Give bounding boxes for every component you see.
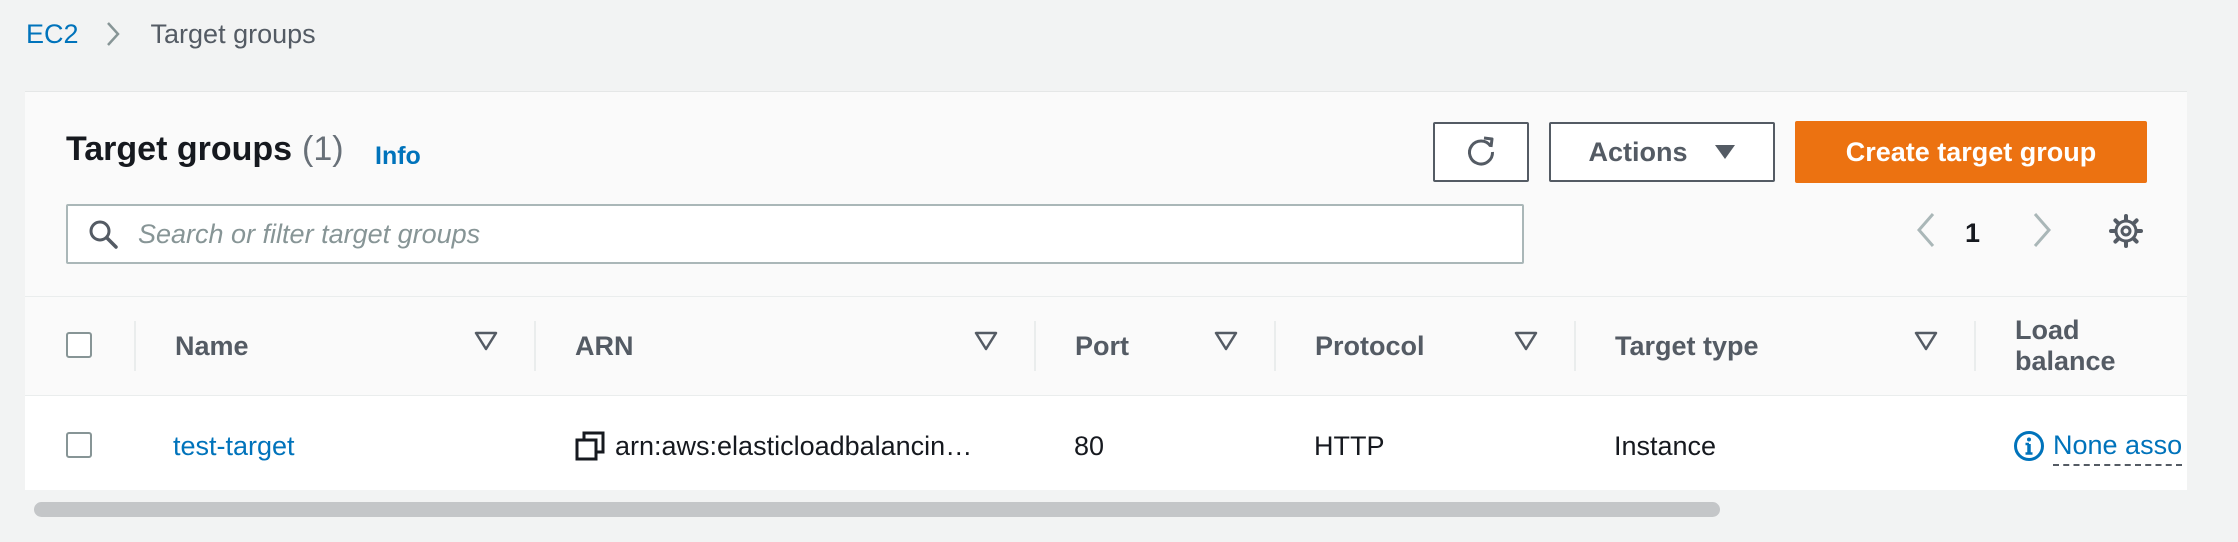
scrollbar-thumb[interactable]	[34, 502, 1720, 517]
breadcrumb-ec2-link[interactable]: EC2	[26, 19, 79, 50]
column-header-arn[interactable]: ARN	[575, 297, 634, 395]
column-divider	[1274, 321, 1276, 371]
arn-value: arn:aws:elasticloadbalancin…	[615, 430, 973, 461]
column-divider	[1574, 321, 1576, 371]
search-icon	[88, 219, 118, 249]
row-checkbox[interactable]	[66, 432, 92, 458]
sort-icon[interactable]	[1214, 331, 1238, 351]
breadcrumb: EC2 Target groups	[26, 18, 316, 50]
sort-icon[interactable]	[1914, 331, 1938, 351]
search-input[interactable]	[136, 217, 1460, 251]
info-icon	[2013, 430, 2045, 462]
gear-icon[interactable]	[2109, 214, 2143, 248]
breadcrumb-current: Target groups	[150, 18, 316, 49]
actions-button[interactable]: Actions	[1549, 122, 1775, 182]
title-count: (1)	[302, 130, 344, 168]
target-groups-panel: Target groups (1) Info Actions Create tar…	[25, 91, 2187, 490]
chevron-right-icon	[97, 18, 129, 50]
copy-icon[interactable]	[575, 431, 605, 461]
column-header-load-balancer[interactable]: Load balance	[2015, 297, 2187, 395]
table-header: Name ARN Port Protocol Target type Load …	[25, 297, 2187, 396]
page-number[interactable]: 1	[1965, 218, 1980, 249]
panel-header: Target groups (1) Info Actions Create tar…	[25, 92, 2187, 297]
sort-icon[interactable]	[974, 331, 998, 351]
column-divider	[534, 321, 536, 371]
page-title: Target groups (1)	[66, 130, 344, 169]
create-target-group-button[interactable]: Create target group	[1795, 121, 2147, 183]
actions-label: Actions	[1588, 136, 1688, 167]
protocol-value: HTTP	[1314, 430, 1385, 461]
column-divider	[1034, 321, 1036, 371]
column-header-port[interactable]: Port	[1075, 297, 1129, 395]
select-all-checkbox[interactable]	[66, 332, 92, 358]
sort-icon[interactable]	[474, 331, 498, 351]
table-row[interactable]: test-target arn:aws:elasticloadbalancin……	[25, 396, 2187, 490]
column-header-target-type[interactable]: Target type	[1615, 297, 1759, 395]
chevron-left-icon[interactable]	[1913, 210, 1939, 250]
port-value: 80	[1074, 430, 1105, 461]
column-divider	[134, 321, 136, 371]
sort-icon[interactable]	[1514, 331, 1538, 351]
title-text: Target groups	[66, 130, 293, 168]
column-header-protocol[interactable]: Protocol	[1315, 297, 1425, 395]
info-link[interactable]: Info	[375, 142, 421, 171]
load-balancer-value[interactable]: None asso	[2053, 426, 2183, 466]
column-divider	[1974, 321, 1976, 371]
refresh-icon	[1463, 134, 1499, 170]
refresh-button[interactable]	[1433, 122, 1529, 182]
chevron-right-icon[interactable]	[2029, 210, 2055, 250]
target-type-value: Instance	[1614, 430, 1717, 461]
target-group-name-link[interactable]: test-target	[173, 431, 295, 462]
caret-down-icon	[1714, 144, 1736, 160]
column-header-name[interactable]: Name	[175, 297, 249, 395]
search-field[interactable]	[66, 204, 1524, 264]
